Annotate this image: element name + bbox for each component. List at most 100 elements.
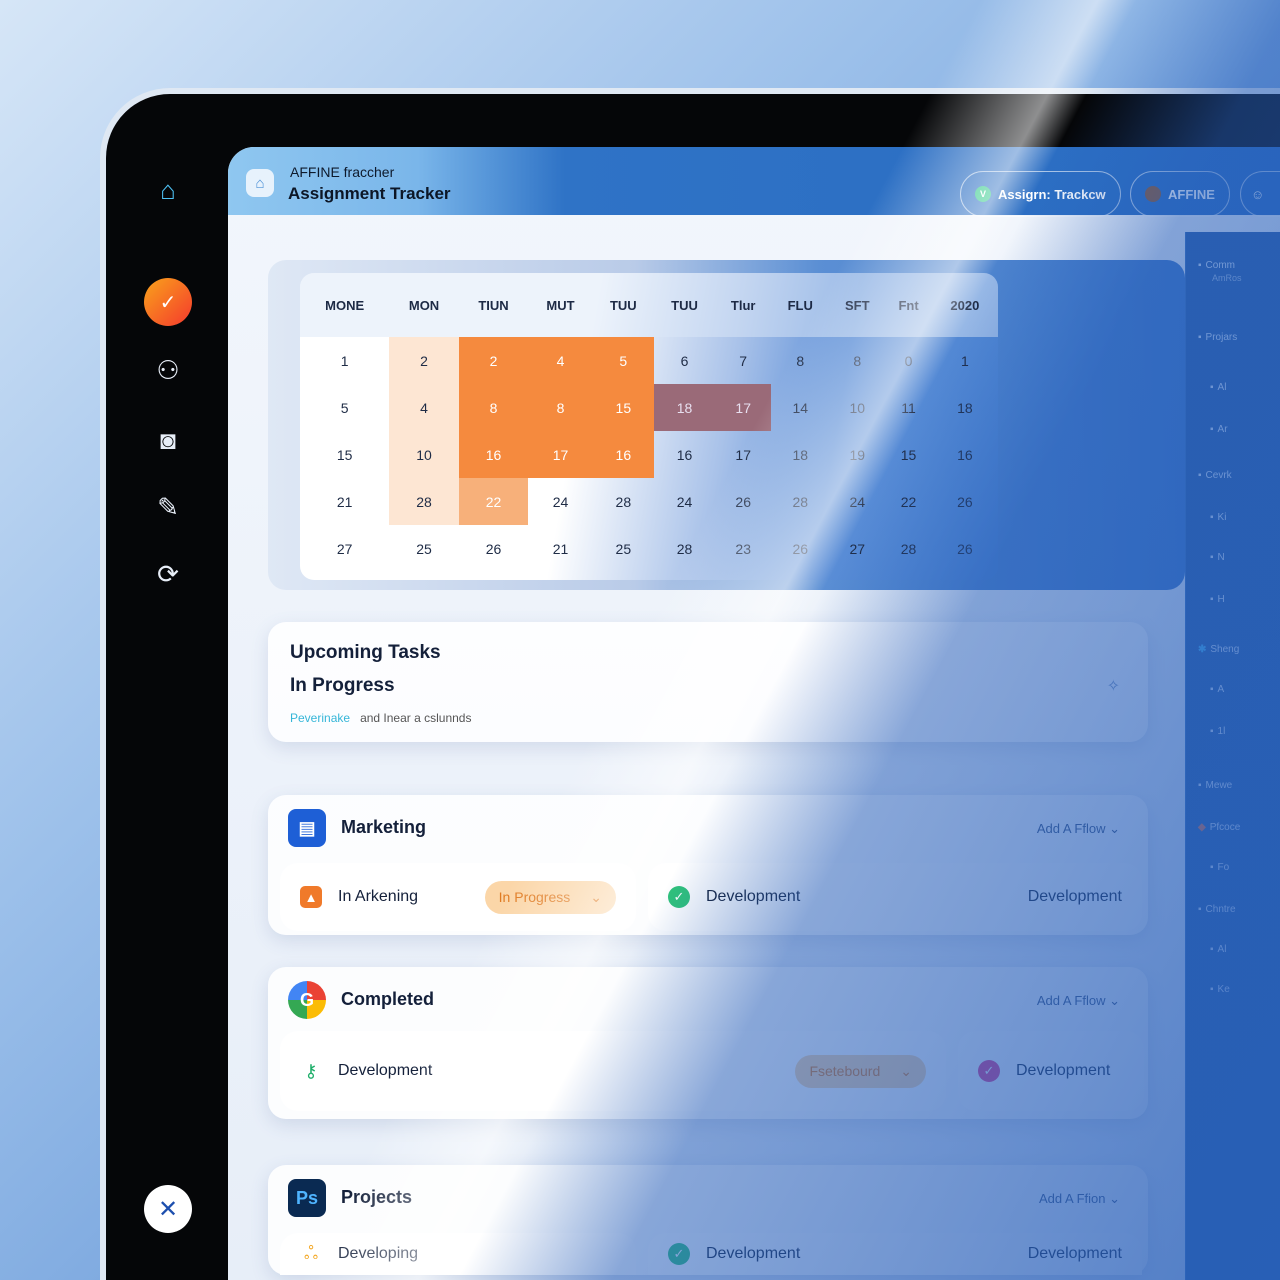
calendar-day[interactable]: 16 bbox=[592, 431, 654, 478]
task-label: In Arkening bbox=[338, 888, 419, 905]
right-panel-item[interactable]: ✱ Sheng bbox=[1198, 644, 1239, 655]
item-label: 1l bbox=[1217, 726, 1226, 737]
calendar-day[interactable]: 18 bbox=[771, 431, 829, 478]
calendar-day[interactable]: 8 bbox=[458, 384, 529, 431]
calendar-day[interactable]: 18 bbox=[653, 384, 716, 431]
calendar-day[interactable]: 27 bbox=[300, 525, 389, 572]
calendar-day[interactable]: 27 bbox=[829, 525, 885, 572]
close-button[interactable]: ✕ bbox=[144, 1185, 192, 1233]
calendar-day[interactable]: 16 bbox=[458, 431, 529, 478]
user-button[interactable]: AFFINE bbox=[1130, 171, 1230, 217]
right-panel-item[interactable]: ▪ 1l bbox=[1210, 726, 1225, 737]
calendar-day[interactable]: 6 bbox=[654, 337, 715, 384]
calendar-day[interactable]: 24 bbox=[829, 478, 885, 525]
calendar-day[interactable]: 19 bbox=[829, 431, 885, 478]
calendar-day[interactable]: 26 bbox=[932, 478, 998, 525]
upcoming-link[interactable]: Peverinake bbox=[290, 711, 350, 725]
right-panel-item[interactable]: ▪ Ki bbox=[1210, 512, 1226, 523]
calendar-day[interactable]: 1 bbox=[300, 337, 389, 384]
calendar-day[interactable]: 0 bbox=[885, 337, 931, 384]
camera-icon[interactable]: ◙ bbox=[160, 425, 176, 456]
pen-icon[interactable]: ✎ bbox=[157, 492, 179, 523]
calendar-day[interactable]: 24 bbox=[654, 478, 715, 525]
calendar-day[interactable]: 10 bbox=[829, 384, 885, 431]
key-icon: ⚷ bbox=[304, 1060, 318, 1081]
status-dropdown[interactable]: In Progress ⌄ bbox=[484, 880, 616, 914]
right-panel-item[interactable]: ▪ Chntre bbox=[1198, 904, 1236, 915]
right-panel-item[interactable]: ▪ A bbox=[1210, 684, 1224, 695]
right-panel-item[interactable]: ◆ Pfcoce bbox=[1198, 822, 1240, 833]
calendar-day[interactable]: 22 bbox=[458, 478, 529, 525]
right-panel-item[interactable]: ▪ Fo bbox=[1210, 862, 1229, 873]
profile-button[interactable]: ☺ bbox=[1240, 171, 1280, 217]
calendar-day[interactable]: 25 bbox=[593, 525, 654, 572]
right-panel-item[interactable]: ▪ Comm AmRos bbox=[1198, 260, 1242, 283]
task-category: Development bbox=[1027, 888, 1122, 905]
right-panel-item[interactable]: ▪ Ke bbox=[1210, 984, 1230, 995]
calendar-day[interactable]: 26 bbox=[771, 525, 829, 572]
calendar-day[interactable]: 5 bbox=[300, 384, 389, 431]
calendar-day[interactable]: 26 bbox=[932, 525, 998, 572]
calendar-day[interactable]: 28 bbox=[771, 478, 829, 525]
right-panel-item[interactable]: ▪ Ar bbox=[1210, 424, 1228, 435]
task-row[interactable]: ✓ Development bbox=[958, 1031, 1144, 1111]
calendar-day[interactable]: 21 bbox=[528, 525, 593, 572]
calendar-day[interactable]: 26 bbox=[715, 478, 771, 525]
tracker-pill-button[interactable]: V Assigrn: Trackcw bbox=[960, 171, 1121, 217]
calendar-day[interactable]: 8 bbox=[829, 337, 885, 384]
spinner-icon[interactable]: ⟳ bbox=[157, 559, 179, 590]
task-row[interactable]: ⚷ Development Fsetebourd ⌄ bbox=[280, 1031, 946, 1111]
calendar-day[interactable]: 5 bbox=[592, 337, 654, 384]
calendar-day[interactable]: 22 bbox=[885, 478, 931, 525]
calendar-day[interactable]: 28 bbox=[654, 525, 715, 572]
right-panel-item[interactable]: ▪ Al bbox=[1210, 944, 1226, 955]
right-panel-item[interactable]: ▪ Cevrk bbox=[1198, 470, 1232, 481]
calendar-day[interactable]: 17 bbox=[715, 384, 772, 431]
calendar-day[interactable]: 1 bbox=[932, 337, 998, 384]
item-label: Comm bbox=[1205, 260, 1235, 271]
calendar-day[interactable]: 26 bbox=[459, 525, 528, 572]
calendar-day[interactable]: 17 bbox=[528, 431, 593, 478]
right-panel-item[interactable]: ▪ H bbox=[1210, 594, 1225, 605]
task-row[interactable]: ✓ Development Development bbox=[648, 1233, 1142, 1275]
task-row[interactable]: ✓ Development Development bbox=[648, 863, 1142, 931]
calendar-day[interactable]: 14 bbox=[771, 384, 829, 431]
calendar-day[interactable]: 17 bbox=[715, 431, 771, 478]
chevron-down-icon: ⌄ bbox=[900, 1062, 912, 1079]
calendar-day[interactable]: 28 bbox=[885, 525, 931, 572]
right-panel-item[interactable]: ▪ Al bbox=[1210, 382, 1226, 393]
right-panel-item[interactable]: ▪ Projars bbox=[1198, 332, 1237, 343]
calendar-day[interactable]: 8 bbox=[771, 337, 829, 384]
status-dropdown[interactable]: Fsetebourd ⌄ bbox=[795, 1054, 926, 1088]
add-flow-dropdown[interactable]: Add A Fflow ⌄ bbox=[1037, 993, 1120, 1009]
right-panel-item[interactable]: ▪ Mewe bbox=[1198, 780, 1232, 791]
calendar-day[interactable]: 10 bbox=[389, 431, 459, 478]
calendar-day[interactable]: 25 bbox=[389, 525, 458, 572]
calendar-day[interactable]: 28 bbox=[389, 478, 459, 525]
calendar-day[interactable]: 16 bbox=[932, 431, 998, 478]
calendar-day[interactable]: 2 bbox=[389, 337, 459, 384]
task-row[interactable]: ▲ In Arkening In Progress ⌄ bbox=[280, 863, 636, 931]
calendar-day[interactable]: 16 bbox=[654, 431, 715, 478]
calendar-day[interactable]: 24 bbox=[528, 478, 593, 525]
calendar-day[interactable]: 15 bbox=[592, 384, 654, 431]
calendar-day[interactable]: 28 bbox=[593, 478, 654, 525]
calendar-day[interactable]: 4 bbox=[528, 337, 593, 384]
calendar-day[interactable]: 18 bbox=[932, 384, 998, 431]
calendar-day[interactable]: 15 bbox=[885, 431, 931, 478]
calendar-day[interactable]: 7 bbox=[715, 337, 771, 384]
calendar-day[interactable]: 2 bbox=[458, 337, 529, 384]
add-flow-dropdown[interactable]: Add A Ffion ⌄ bbox=[1039, 1191, 1120, 1207]
calendar-day[interactable]: 23 bbox=[715, 525, 771, 572]
calendar-day[interactable]: 8 bbox=[528, 384, 593, 431]
home-icon[interactable]: ⌂ bbox=[160, 175, 176, 206]
calendar-day[interactable]: 11 bbox=[885, 384, 931, 431]
timer-icon[interactable]: ✓ bbox=[144, 278, 192, 326]
right-panel-item[interactable]: ▪ N bbox=[1210, 552, 1225, 563]
calendar-day[interactable]: 21 bbox=[300, 478, 389, 525]
calendar-day[interactable]: 15 bbox=[300, 431, 389, 478]
add-flow-dropdown[interactable]: Add A Fflow ⌄ bbox=[1037, 821, 1120, 837]
task-row[interactable]: ஃ Developing bbox=[280, 1233, 636, 1275]
people-icon[interactable]: ⚇ bbox=[156, 355, 179, 386]
calendar-day[interactable]: 4 bbox=[389, 384, 459, 431]
